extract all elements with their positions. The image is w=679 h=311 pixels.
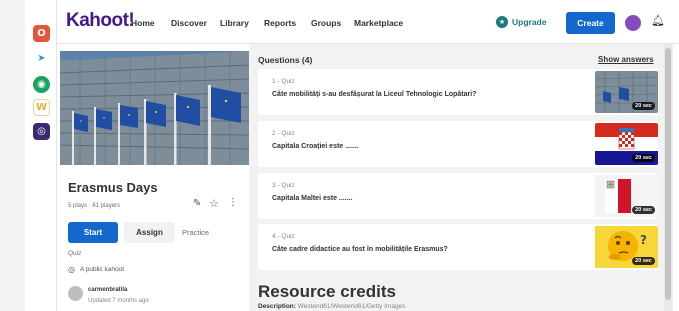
- kahoot-title: Erasmus Days: [68, 180, 158, 195]
- question-card-3[interactable]: 3 - Quiz Capitala Maltei este ....... 20…: [258, 173, 658, 219]
- assign-button[interactable]: Assign: [124, 222, 175, 243]
- question-text: Câte cadre didactice au fost în mobilită…: [272, 246, 448, 253]
- question-time-badge: 20 sec: [632, 102, 655, 110]
- credits-description-value: Westend61/Westend61/Getty Images: [297, 303, 406, 310]
- upgrade-label: Upgrade: [512, 17, 547, 27]
- question-time-badge: 20 sec: [632, 257, 655, 265]
- upgrade-button[interactable]: ★ Upgrade: [496, 16, 546, 28]
- nav-library[interactable]: Library: [220, 18, 249, 28]
- practice-button[interactable]: Practice: [182, 228, 209, 237]
- more-options-icon[interactable]: ⋮: [228, 197, 238, 208]
- visibility-label: A public kahoot: [79, 266, 125, 273]
- credits-description-label: Description:: [258, 303, 296, 310]
- nav-marketplace[interactable]: Marketplace: [354, 18, 403, 28]
- favorite-icon[interactable]: ☆: [209, 197, 219, 210]
- nav-groups[interactable]: Groups: [311, 18, 341, 28]
- dock-strip: [0, 0, 25, 311]
- question-type: 1 - Quiz: [272, 78, 295, 85]
- svg-text:?: ?: [640, 233, 647, 247]
- question-thumbnail: 20 sec: [595, 71, 658, 113]
- question-time-badge: 20 sec: [632, 154, 655, 162]
- visibility-info: ◎ A public kahoot: [68, 265, 124, 274]
- question-time-badge: 20 sec: [632, 206, 655, 214]
- kahoot-cover-image: [60, 51, 249, 165]
- creator-name[interactable]: carmenbratila: [88, 287, 127, 293]
- creator-avatar[interactable]: [68, 286, 83, 301]
- nav-home[interactable]: Home: [131, 18, 155, 28]
- top-navigation: Kahoot! Home Discover Library Reports Gr…: [57, 0, 679, 44]
- question-type: 2 - Quiz: [272, 130, 295, 137]
- question-text: Capitala Maltei este .......: [272, 195, 353, 202]
- extension-dock: O ➤ ◉ W ◎: [0, 0, 57, 311]
- question-card-2[interactable]: 2 - Quiz Capitala Croației este ....... …: [258, 121, 658, 167]
- nav-reports[interactable]: Reports: [264, 18, 296, 28]
- show-answers-button[interactable]: Show answers: [598, 55, 654, 64]
- profile-avatar[interactable]: [625, 15, 641, 31]
- question-text: Câte mobilități s-au desfășurat la Liceu…: [272, 91, 477, 98]
- camera-icon[interactable]: ◎: [33, 123, 50, 140]
- kahoot-type-label: Quiz: [68, 250, 82, 257]
- edit-icon[interactable]: ✎: [193, 198, 201, 209]
- kahoot-logo[interactable]: Kahoot!: [66, 10, 135, 32]
- word-icon[interactable]: W: [33, 99, 50, 116]
- globe-icon: ◎: [68, 265, 75, 274]
- nav-discover[interactable]: Discover: [171, 18, 207, 28]
- star-icon: ★: [496, 16, 508, 28]
- question-card-1[interactable]: 1 - Quiz Câte mobilități s-au desfășurat…: [258, 69, 658, 115]
- teacher-tool-icon[interactable]: ➤: [33, 50, 50, 67]
- question-text: Capitala Croației este .......: [272, 143, 359, 150]
- office-icon[interactable]: O: [33, 25, 50, 42]
- question-thumbnail: 20 sec: [595, 123, 658, 165]
- question-thumbnail: ? 20 sec: [595, 226, 658, 268]
- question-thumbnail: 20 sec: [595, 175, 658, 217]
- building-photo-icon: [60, 51, 249, 165]
- app-window: O ➤ ◉ W ◎ Kahoot! Home Discover Library …: [0, 0, 679, 311]
- start-button[interactable]: Start: [68, 222, 118, 243]
- resource-credits-description: Description: Westend61/Westend61/Getty I…: [258, 303, 406, 310]
- create-button[interactable]: Create: [566, 12, 615, 34]
- bell-icon[interactable]: 🔔︎: [651, 14, 665, 27]
- question-card-4[interactable]: 4 - Quiz Câte cadre didactice au fost în…: [258, 224, 658, 270]
- question-type: 4 - Quiz: [272, 233, 295, 240]
- questions-header: Questions (4): [258, 55, 313, 65]
- creator-updated: Updated 7 months ago: [88, 298, 149, 304]
- question-type: 3 - Quiz: [272, 182, 295, 189]
- scrollbar-thumb[interactable]: [665, 48, 671, 300]
- chat-icon[interactable]: ◉: [33, 76, 50, 93]
- kahoot-play-stats: 5 plays · 61 players: [68, 203, 121, 209]
- resource-credits-title: Resource credits: [258, 282, 396, 301]
